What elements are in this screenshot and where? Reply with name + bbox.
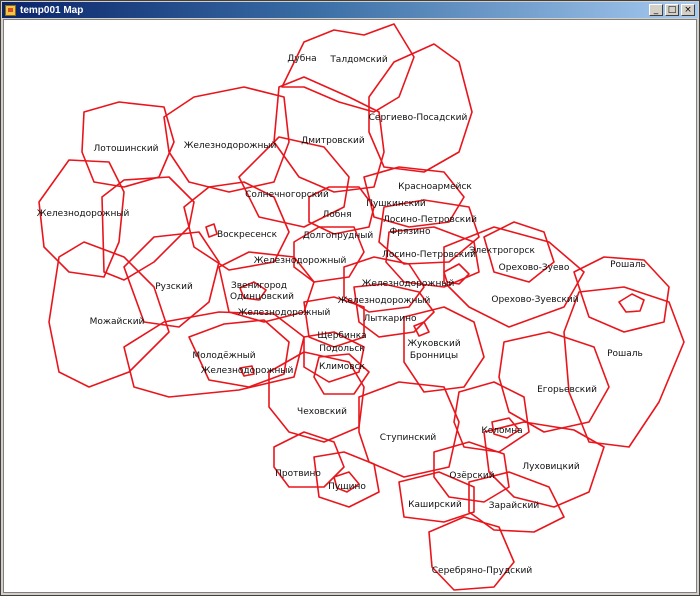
map-window: temp001 Map _ □ × Дубна Талдомский Серги… — [0, 0, 700, 596]
district-label: Подольск — [319, 344, 365, 354]
district-boundaries — [38, 23, 685, 591]
district-label: Рузский — [155, 282, 193, 292]
district-label: Железнодорожный — [338, 296, 431, 306]
district-label: Зарайский — [489, 501, 540, 511]
district-label: Протвино — [275, 469, 321, 479]
district-label: Лосино-Петровский — [383, 215, 477, 225]
district-label: Ступинский — [380, 433, 437, 443]
district-label: Щербинка — [317, 331, 366, 341]
window-controls: _ □ × — [649, 4, 695, 16]
district-map[interactable]: Дубна Талдомский Сергиево-Посадский Лотошин… — [4, 20, 697, 593]
district-boundary — [428, 516, 515, 591]
maximize-button[interactable]: □ — [665, 4, 679, 16]
district-label: Рошаль — [610, 260, 646, 270]
minimize-button[interactable]: _ — [649, 4, 663, 16]
district-label: Серебряно-Прудский — [432, 566, 533, 576]
close-button[interactable]: × — [681, 4, 695, 16]
district-boundary — [205, 223, 218, 238]
district-label: Жуковский — [407, 339, 461, 349]
district-label: Лыткарино — [363, 314, 417, 324]
district-label: Железнодорожный — [238, 308, 331, 318]
window-title: temp001 Map — [20, 4, 84, 16]
district-boundary — [101, 176, 195, 281]
district-label: Орехово-Зуево — [499, 263, 570, 273]
district-label: Дубна — [287, 54, 316, 64]
district-label: Красноармейск — [398, 182, 472, 192]
district-boundary — [358, 381, 460, 478]
district-label: Железнодорожный — [184, 141, 277, 151]
district-label: Железнодорожный — [37, 209, 130, 219]
district-label: Солнечногорский — [245, 190, 329, 200]
district-label: Фрязино — [390, 227, 431, 237]
district-label: Железнодорожный — [201, 366, 294, 376]
district-boundary — [123, 231, 220, 328]
district-label: Воскресенск — [217, 230, 278, 240]
district-boundary — [281, 23, 415, 113]
district-boundary — [163, 86, 290, 193]
district-label: Коломна — [481, 426, 522, 436]
title-bar[interactable]: temp001 Map _ □ × — [2, 2, 698, 18]
district-label: Молодёжный — [192, 351, 255, 361]
district-label: Лобня — [322, 210, 351, 220]
district-boundary — [498, 331, 610, 433]
district-label: Орехово-Зуевский — [491, 295, 578, 305]
district-label: Рошаль — [607, 349, 643, 359]
district-label: Талдомский — [329, 55, 388, 65]
district-label: Пущино — [328, 482, 366, 492]
district-label: Долгопрудный — [303, 231, 374, 241]
district-boundary — [618, 293, 645, 313]
district-label: Звенигород — [231, 281, 287, 291]
district-label: Климовск — [319, 362, 366, 372]
district-label: Можайский — [90, 317, 145, 327]
district-label: Егорьевский — [537, 385, 597, 395]
district-label: Железнодорожный — [362, 279, 455, 289]
map-canvas[interactable]: Дубна Талдомский Сергиево-Посадский Лотошин… — [3, 19, 697, 593]
district-label: Сергиево-Посадский — [369, 113, 468, 123]
district-label: Бронницы — [410, 351, 458, 361]
district-label: Лосино-Петровский — [382, 250, 476, 260]
district-label: Железнодорожный — [254, 256, 347, 266]
district-label: Луховицкий — [522, 462, 579, 472]
district-boundary — [273, 76, 385, 193]
district-label: Пушкинский — [366, 199, 426, 209]
district-label: Каширский — [408, 500, 462, 510]
district-label: Одинцовский — [230, 292, 294, 302]
app-map-icon — [5, 4, 16, 16]
district-label: Электрогорск — [469, 246, 535, 256]
district-label: Озёрский — [449, 471, 494, 481]
district-label: Чеховский — [297, 407, 347, 417]
district-label: Лотошинский — [93, 144, 158, 154]
district-label: Дмитровский — [301, 136, 365, 146]
